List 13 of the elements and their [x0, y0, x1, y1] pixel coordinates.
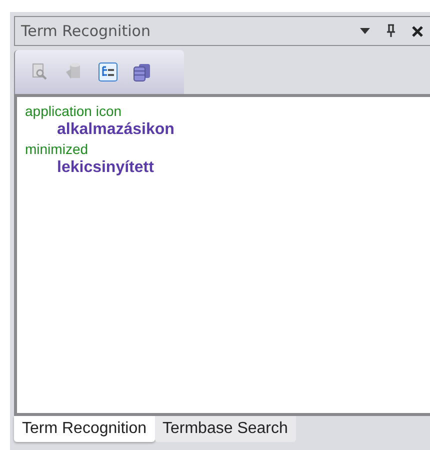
tab[interactable]: Termbase Search	[154, 416, 296, 442]
window-title: Term Recognition	[21, 22, 150, 40]
tree-icon	[98, 62, 118, 82]
tab[interactable]: Term Recognition	[14, 416, 154, 442]
search-icon	[31, 62, 49, 82]
dropdown-icon[interactable]	[359, 27, 371, 35]
source-term: application icon	[25, 103, 123, 119]
source-term: minimized	[25, 141, 90, 157]
database-icon	[132, 62, 152, 82]
close-icon[interactable]	[411, 24, 424, 38]
target-term[interactable]: lekicsinyített	[57, 159, 422, 177]
pin-icon[interactable]	[385, 24, 397, 38]
target-term[interactable]: alkalmazásikon	[57, 121, 422, 139]
